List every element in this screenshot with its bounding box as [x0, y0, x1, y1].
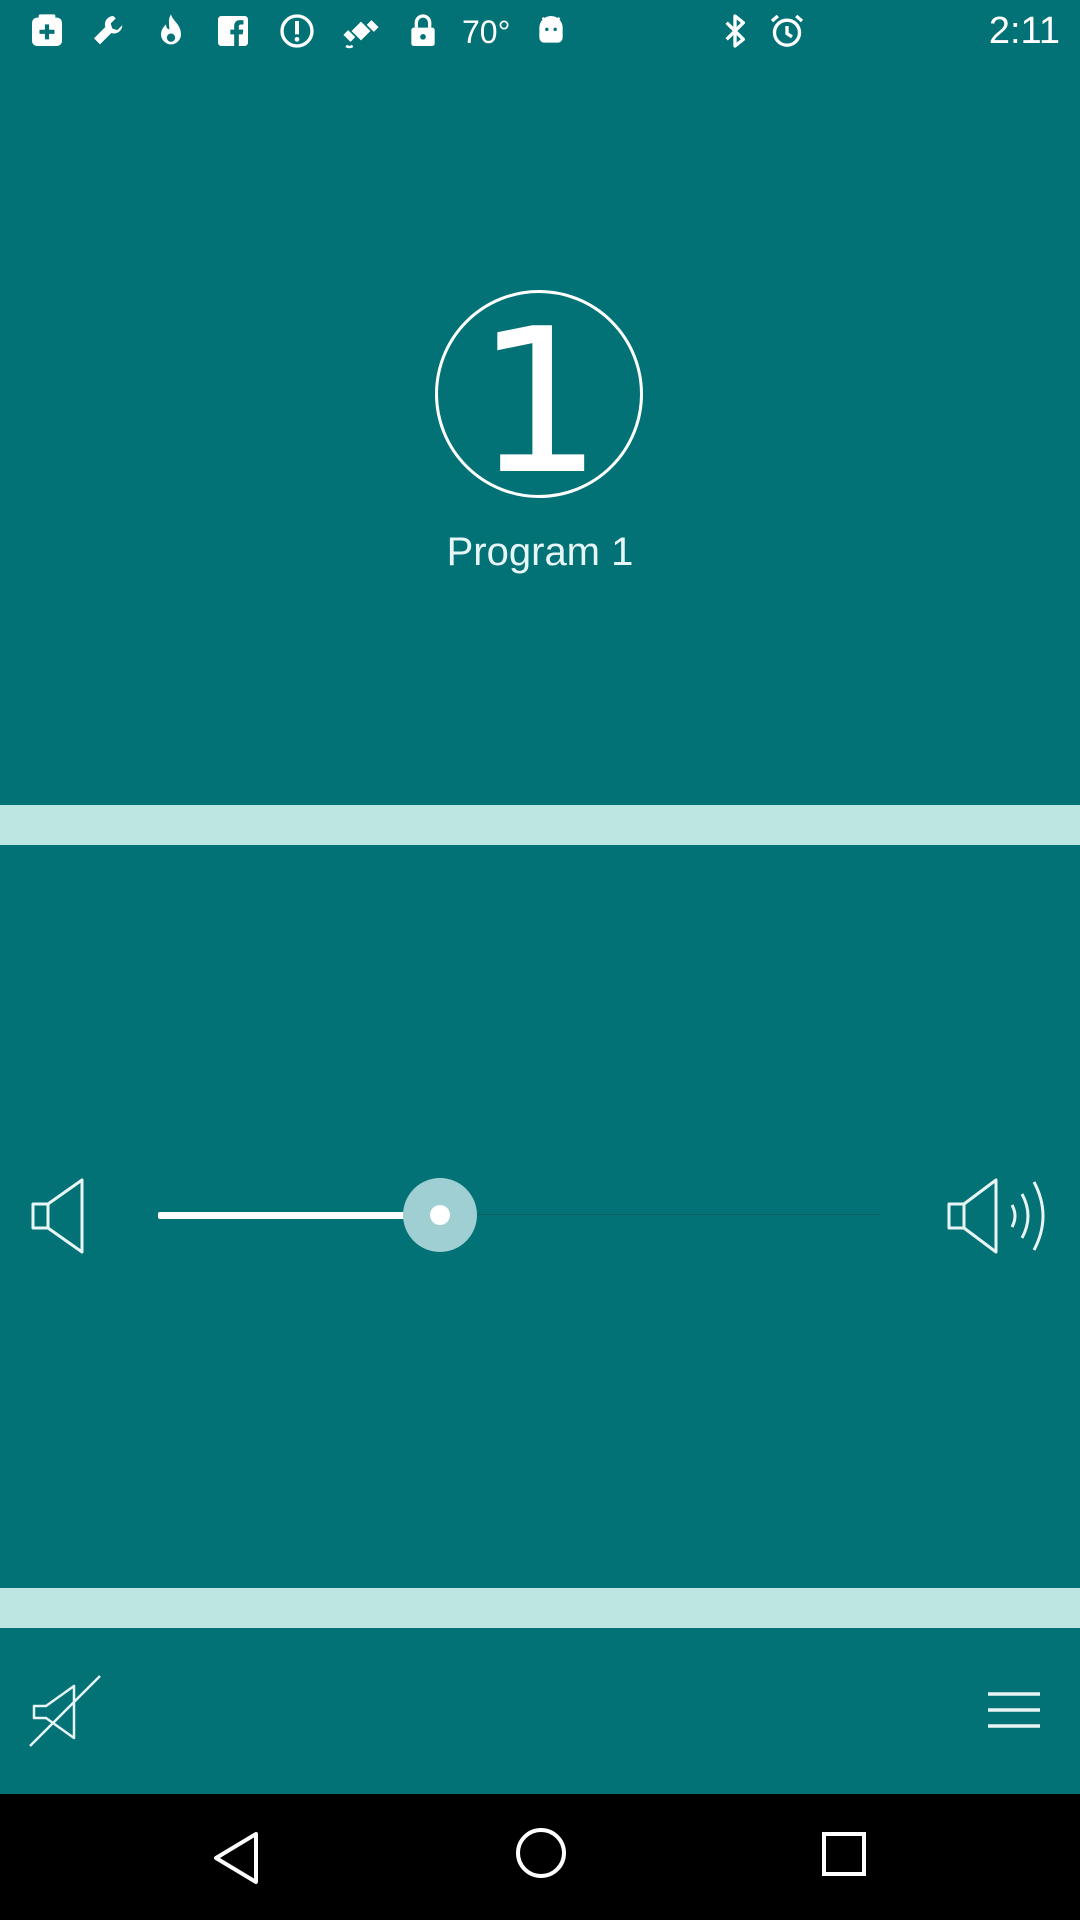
recents-icon[interactable] — [820, 1830, 868, 1878]
separator — [0, 805, 1080, 845]
alarm-icon — [764, 8, 810, 54]
status-time: 2:11 — [988, 10, 1060, 52]
bottom-bar — [0, 1628, 1080, 1794]
facebook-icon — [210, 8, 256, 54]
program-number: 1 — [475, 290, 603, 498]
lock-icon — [400, 8, 446, 54]
volume-slider-thumb[interactable] — [402, 1178, 477, 1252]
wrench-icon — [86, 8, 132, 54]
back-icon[interactable] — [206, 1828, 266, 1888]
flame-icon — [148, 8, 194, 54]
status-bar: 70° 2:11 — [0, 0, 1080, 62]
bluetooth-icon — [712, 8, 758, 54]
speaker-high-icon[interactable] — [946, 1176, 1056, 1256]
program-name: Program 1 — [446, 530, 634, 574]
speaker-low-icon[interactable] — [30, 1176, 90, 1256]
home-icon[interactable] — [514, 1826, 568, 1880]
slider-thumb-dot — [429, 1205, 450, 1225]
alert-circle-icon — [274, 8, 320, 54]
weather-temperature: 70° — [462, 14, 511, 50]
program-number-badge[interactable]: 1 — [435, 290, 643, 498]
menu-icon[interactable] — [988, 1690, 1040, 1730]
separator — [0, 1588, 1080, 1628]
android-debug-icon — [528, 8, 574, 54]
fake-gps-icon — [338, 8, 384, 54]
mute-icon[interactable] — [28, 1674, 102, 1748]
volume-slider-fill — [158, 1212, 440, 1219]
medical-kit-icon — [24, 8, 70, 54]
navigation-bar — [0, 1794, 1080, 1920]
